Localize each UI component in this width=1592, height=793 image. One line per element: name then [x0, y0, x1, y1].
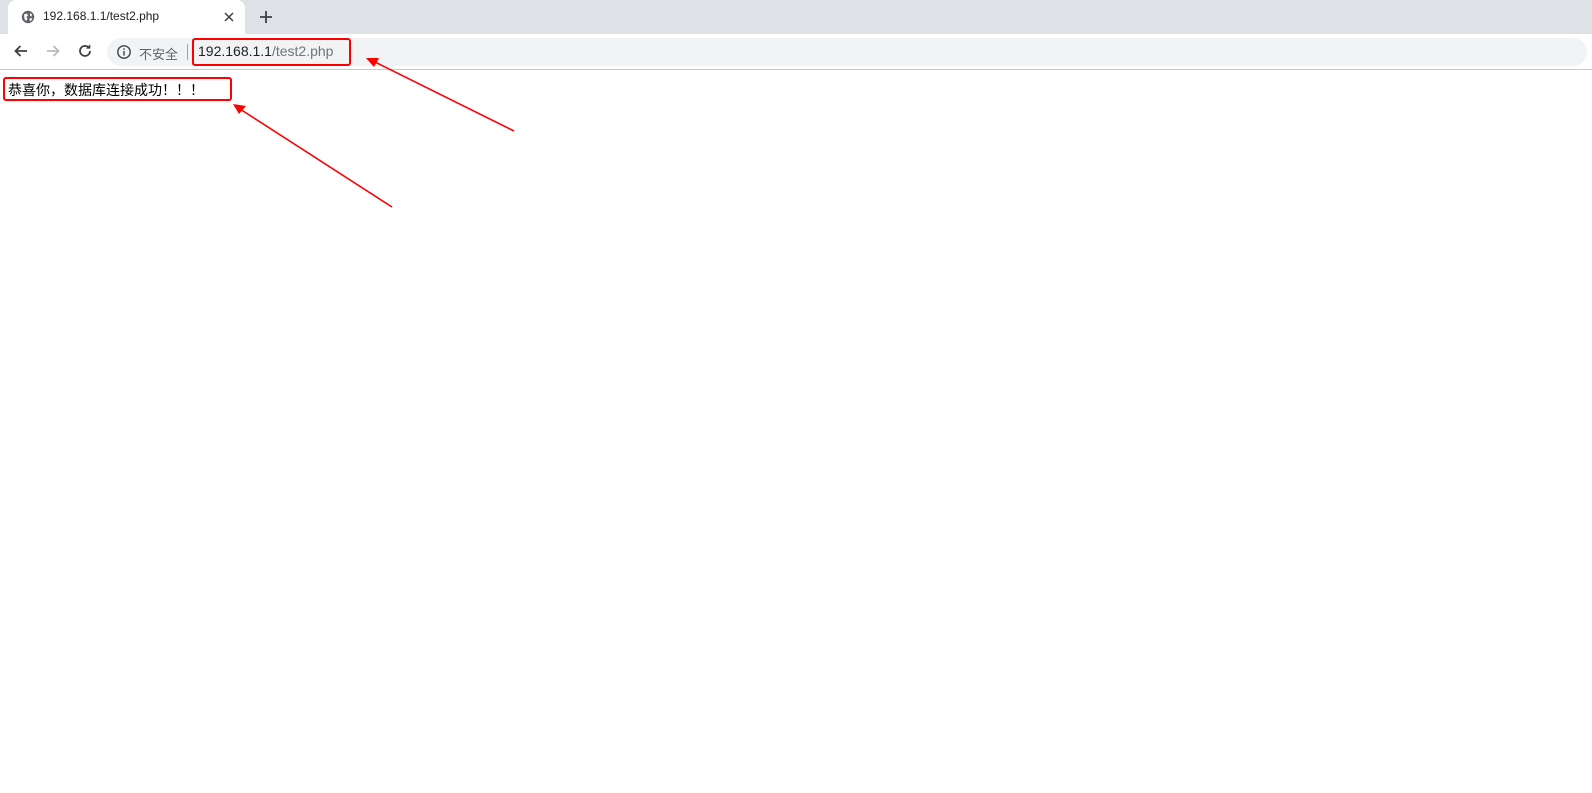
tab-strip: 192.168.1.1/test2.php	[0, 0, 1592, 34]
reload-icon[interactable]	[75, 41, 95, 61]
arrow-right-icon[interactable]	[43, 41, 63, 61]
message-highlight-box	[3, 77, 232, 101]
active-tab[interactable]: 192.168.1.1/test2.php	[8, 0, 245, 34]
address-divider	[187, 44, 188, 60]
tab-title: 192.168.1.1/test2.php	[43, 9, 160, 23]
not-secure-label[interactable]: 不安全	[139, 44, 178, 63]
close-icon[interactable]	[221, 9, 237, 25]
plus-icon[interactable]	[256, 7, 276, 27]
info-icon[interactable]	[116, 44, 132, 60]
page-content: 恭喜你，数据库连接成功！！！	[0, 70, 1592, 793]
url-highlight-box	[192, 38, 351, 66]
arrow-left-icon[interactable]	[11, 41, 31, 61]
globe-icon	[21, 10, 35, 24]
